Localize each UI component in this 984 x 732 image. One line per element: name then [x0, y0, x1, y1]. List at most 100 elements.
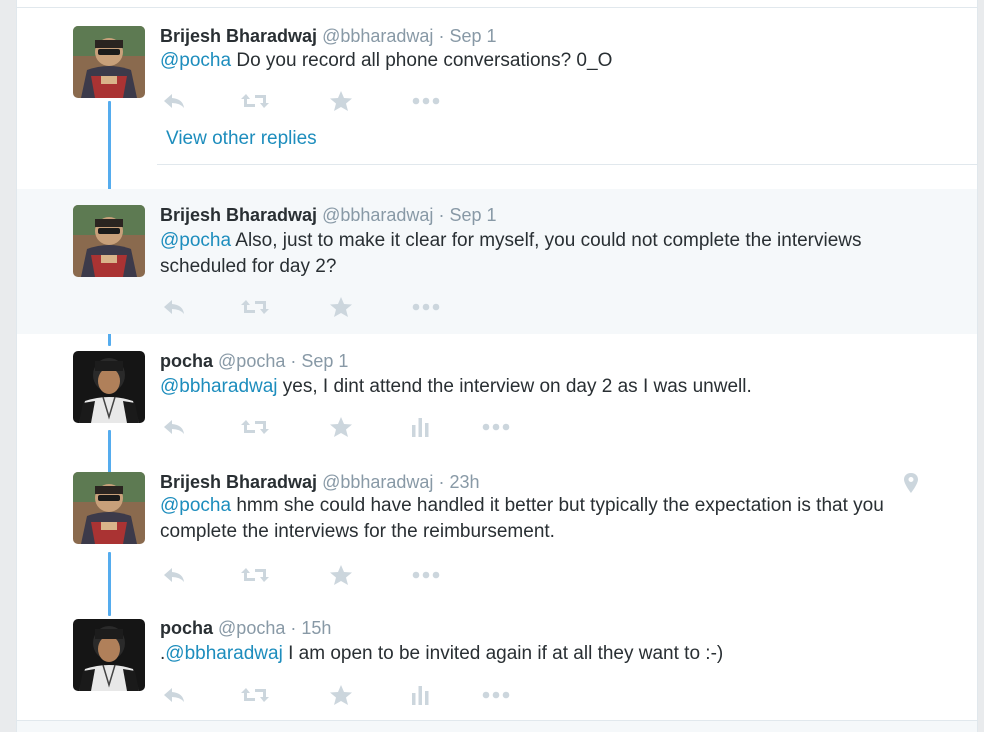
- more-icon: [412, 97, 440, 105]
- timestamp[interactable]: 23h: [449, 472, 479, 492]
- reply-button[interactable]: [160, 563, 190, 587]
- retweet-button[interactable]: [240, 89, 270, 113]
- tweet[interactable]: pocha @pocha · Sep 1 @bbharadwaj yes, I …: [17, 350, 977, 460]
- mention-link[interactable]: @bbharadwaj: [165, 643, 283, 664]
- separator: ·: [290, 351, 297, 371]
- avatar[interactable]: [73, 351, 145, 423]
- timestamp[interactable]: 15h: [301, 618, 331, 638]
- more-icon: [412, 303, 440, 311]
- author-handle[interactable]: @pocha: [218, 618, 285, 638]
- reply-icon: [164, 94, 184, 108]
- more-button[interactable]: [481, 415, 511, 439]
- author-name[interactable]: Brijesh Bharadwaj: [160, 205, 317, 225]
- location-pin-icon[interactable]: [903, 472, 919, 499]
- favorite-button[interactable]: [326, 89, 356, 113]
- mention-link[interactable]: @bbharadwaj: [160, 376, 278, 397]
- retweet-icon: [241, 688, 269, 702]
- analytics-icon: [412, 686, 429, 705]
- retweet-icon: [241, 94, 269, 108]
- star-icon: [330, 91, 352, 111]
- tweet-actions: [160, 295, 480, 319]
- analytics-button[interactable]: [405, 683, 435, 707]
- tweet[interactable]: Brijesh Bharadwaj @bbharadwaj · Sep 1 @p…: [17, 189, 977, 334]
- favorite-button[interactable]: [326, 295, 356, 319]
- avatar[interactable]: [73, 619, 145, 691]
- retweet-button[interactable]: [240, 563, 270, 587]
- reply-icon: [164, 420, 184, 434]
- separator: ·: [290, 618, 297, 638]
- author-handle[interactable]: @bbharadwaj: [322, 205, 433, 225]
- analytics-icon: [412, 418, 429, 437]
- reply-button[interactable]: [160, 89, 190, 113]
- star-icon: [330, 685, 352, 705]
- tweet-text: @pocha Also, just to make it clear for m…: [160, 228, 920, 280]
- reply-button[interactable]: [160, 415, 190, 439]
- tweet-body: hmm she could have handled it better but…: [160, 495, 884, 542]
- author-name[interactable]: Brijesh Bharadwaj: [160, 26, 317, 46]
- avatar[interactable]: [73, 205, 145, 277]
- avatar[interactable]: [73, 26, 145, 98]
- retweet-button[interactable]: [240, 683, 270, 707]
- view-other-replies-link[interactable]: View other replies: [166, 127, 317, 151]
- reply-icon: [164, 300, 184, 314]
- tweet-header: Brijesh Bharadwaj @bbharadwaj · Sep 1: [160, 25, 497, 47]
- separator: ·: [438, 26, 445, 46]
- timestamp[interactable]: Sep 1: [301, 351, 348, 371]
- more-icon: [482, 691, 510, 699]
- author-handle[interactable]: @bbharadwaj: [322, 26, 433, 46]
- tweet-text: @pocha Do you record all phone conversat…: [160, 48, 920, 74]
- mention-link[interactable]: @pocha: [160, 495, 231, 516]
- star-icon: [330, 417, 352, 437]
- timestamp[interactable]: Sep 1: [449, 26, 496, 46]
- star-icon: [330, 297, 352, 317]
- retweet-icon: [241, 300, 269, 314]
- retweet-button[interactable]: [240, 295, 270, 319]
- more-button[interactable]: [411, 89, 441, 113]
- tweet-header: Brijesh Bharadwaj @bbharadwaj · Sep 1: [160, 204, 497, 226]
- author-handle[interactable]: @pocha: [218, 351, 285, 371]
- top-divider: [17, 7, 977, 8]
- reply-icon: [164, 688, 184, 702]
- tweet-actions: [160, 683, 510, 707]
- analytics-button[interactable]: [405, 415, 435, 439]
- tweet-body: I am open to be invited again if at all …: [282, 643, 724, 664]
- tweet-header: Brijesh Bharadwaj @bbharadwaj · 23h: [160, 471, 480, 493]
- tweet-actions: [160, 563, 480, 587]
- favorite-button[interactable]: [326, 563, 356, 587]
- reply-button[interactable]: [160, 683, 190, 707]
- favorite-button[interactable]: [326, 415, 356, 439]
- author-handle[interactable]: @bbharadwaj: [322, 472, 433, 492]
- more-button[interactable]: [411, 295, 441, 319]
- tweet-body: yes, I dint attend the interview on day …: [277, 376, 752, 397]
- tweet[interactable]: pocha @pocha · 15h .@bbharadwaj I am ope…: [17, 617, 977, 717]
- more-button[interactable]: [411, 563, 441, 587]
- retweet-icon: [241, 420, 269, 434]
- favorite-button[interactable]: [326, 683, 356, 707]
- author-name[interactable]: Brijesh Bharadwaj: [160, 472, 317, 492]
- star-icon: [330, 565, 352, 585]
- tweet[interactable]: Brijesh Bharadwaj @bbharadwaj · Sep 1 @p…: [17, 25, 977, 175]
- divider: [157, 164, 977, 165]
- tweet-text: @bbharadwaj yes, I dint attend the inter…: [160, 374, 920, 400]
- retweet-icon: [241, 568, 269, 582]
- author-name[interactable]: pocha: [160, 618, 213, 638]
- separator: ·: [438, 205, 445, 225]
- mention-link[interactable]: @pocha: [160, 50, 231, 71]
- more-icon: [482, 423, 510, 431]
- tweet[interactable]: Brijesh Bharadwaj @bbharadwaj · 23h @poc…: [17, 471, 977, 601]
- tweet-header: pocha @pocha · Sep 1: [160, 350, 348, 372]
- mention-link[interactable]: @pocha: [160, 230, 231, 251]
- more-button[interactable]: [481, 683, 511, 707]
- avatar[interactable]: [73, 472, 145, 544]
- tweet-actions: [160, 415, 510, 439]
- conversation-panel: Brijesh Bharadwaj @bbharadwaj · Sep 1 @p…: [16, 0, 978, 732]
- reply-button[interactable]: [160, 295, 190, 319]
- author-name[interactable]: pocha: [160, 351, 213, 371]
- tweet-header: pocha @pocha · 15h: [160, 617, 331, 639]
- timestamp[interactable]: Sep 1: [449, 205, 496, 225]
- tweet-actions: [160, 89, 480, 113]
- footer-band: [17, 721, 977, 732]
- retweet-button[interactable]: [240, 415, 270, 439]
- tweet-body: Also, just to make it clear for myself, …: [160, 230, 862, 277]
- more-icon: [412, 571, 440, 579]
